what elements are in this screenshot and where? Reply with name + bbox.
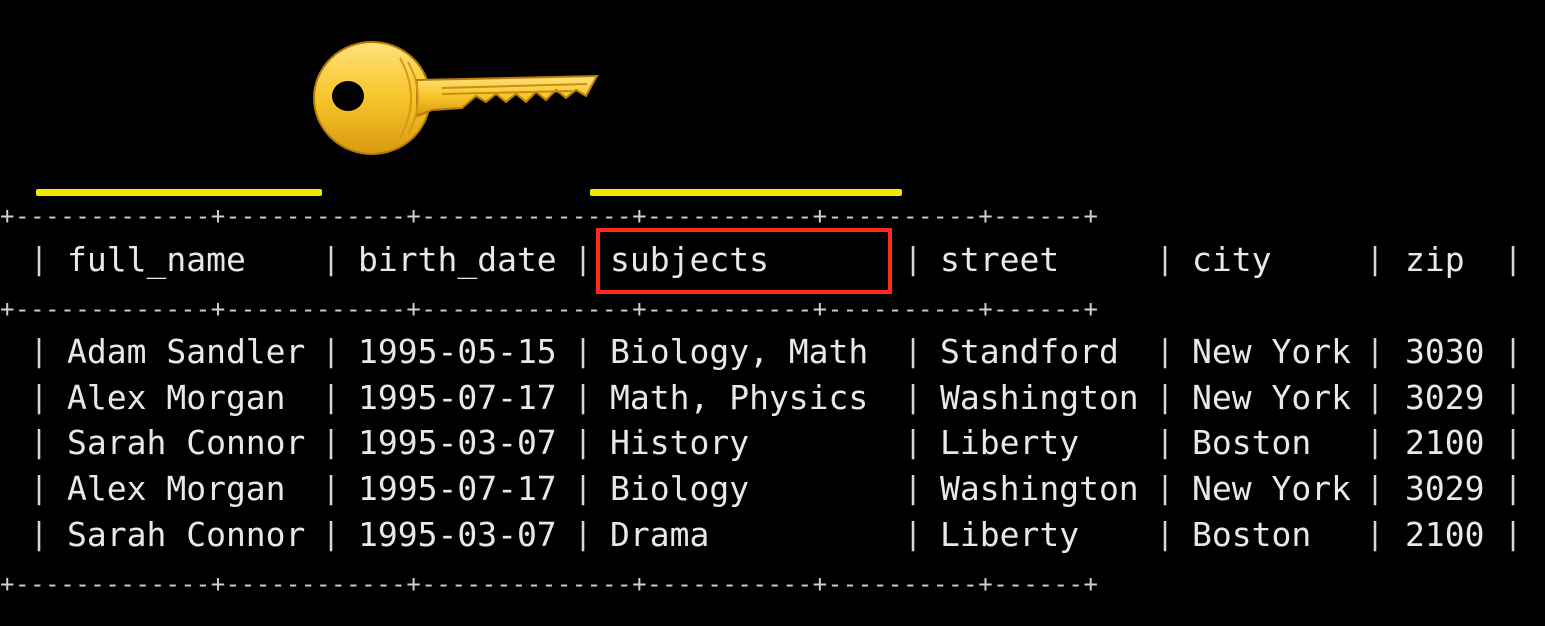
column-separator: | <box>1366 471 1385 507</box>
column-separator: | <box>322 379 341 415</box>
column-separator: | <box>1366 425 1385 461</box>
column-separator: | <box>904 242 923 277</box>
table-cell-city: New York <box>1192 469 1351 509</box>
column-separator: | <box>322 242 341 277</box>
column-separator: | <box>904 425 923 461</box>
column-separator: | <box>1156 379 1175 415</box>
column-separator: | <box>30 425 49 461</box>
table-cell-birth-date: 1995-07-17 <box>358 377 557 417</box>
table-cell-city: Boston <box>1192 423 1312 463</box>
table-cell-street: Liberty <box>940 514 1080 554</box>
column-header-zip: zip <box>1405 240 1465 279</box>
table-cell-birth-date: 1995-03-07 <box>358 514 557 554</box>
column-header-full-name: full_name <box>67 240 246 279</box>
column-separator: | <box>1504 471 1523 507</box>
column-separator: | <box>1504 425 1523 461</box>
table-cell-street: Standford <box>940 332 1119 371</box>
table-cell-zip: 2100 <box>1405 423 1485 463</box>
primary-key-underline-full-name <box>36 189 322 196</box>
table-cell-subjects: History <box>610 423 750 463</box>
primary-key-underline-subjects <box>590 189 902 196</box>
table-cell-city: New York <box>1192 377 1351 417</box>
column-separator: | <box>30 242 49 277</box>
table-cell-full-name: Sarah Connor <box>67 514 306 554</box>
column-separator: | <box>574 242 593 277</box>
column-separator: | <box>322 425 341 461</box>
table-cell-street: Washington <box>940 469 1139 509</box>
column-separator: | <box>1504 242 1523 277</box>
table-cell-birth-date: 1995-03-07 <box>358 423 557 463</box>
column-separator: | <box>30 471 49 507</box>
column-separator: | <box>1366 334 1385 369</box>
column-separator: | <box>904 334 923 369</box>
table-cell-zip: 2100 <box>1405 514 1485 554</box>
column-separator: | <box>574 471 593 507</box>
column-separator: | <box>1504 334 1523 369</box>
column-separator: | <box>30 516 49 552</box>
column-separator: | <box>1156 334 1175 369</box>
column-separator: | <box>904 379 923 415</box>
table-cell-zip: 3029 <box>1405 469 1485 509</box>
column-separator: | <box>322 334 341 369</box>
column-header-street: street <box>940 240 1060 279</box>
table-cell-zip: 3030 <box>1405 332 1485 371</box>
table-cell-zip: 3029 <box>1405 377 1485 417</box>
table-border-top: +-------------+------------+------------… <box>0 202 1099 230</box>
table-cell-full-name: Sarah Connor <box>67 423 306 463</box>
table-cell-city: New York <box>1192 332 1351 371</box>
table-cell-birth-date: 1995-05-15 <box>358 332 557 371</box>
table-cell-full-name: Alex Morgan <box>67 377 286 417</box>
table-cell-subjects: Biology <box>610 469 750 509</box>
table-border-header-bottom: +-------------+------------+------------… <box>0 295 1099 323</box>
column-separator: | <box>322 516 341 552</box>
column-separator: | <box>1156 425 1175 461</box>
column-separator: | <box>1156 516 1175 552</box>
table-cell-full-name: Alex Morgan <box>67 469 286 509</box>
column-separator: | <box>1366 242 1385 277</box>
column-separator: | <box>30 379 49 415</box>
column-separator: | <box>1504 379 1523 415</box>
table-cell-subjects: Math, Physics <box>610 377 869 417</box>
table-cell-birth-date: 1995-07-17 <box>358 469 557 509</box>
subjects-highlight-box <box>596 228 892 294</box>
table-cell-full-name: Adam Sandler <box>67 332 306 371</box>
column-separator: | <box>322 471 341 507</box>
column-separator: | <box>1504 516 1523 552</box>
table-cell-subjects: Biology, Math <box>610 332 869 371</box>
table-cell-subjects: Drama <box>610 514 710 554</box>
column-header-birth-date: birth_date <box>358 240 557 279</box>
column-separator: | <box>1366 379 1385 415</box>
table-cell-street: Washington <box>940 377 1139 417</box>
column-separator: | <box>904 471 923 507</box>
terminal-screen: +-------------+------------+------------… <box>0 0 1545 626</box>
column-separator: | <box>574 516 593 552</box>
table-cell-city: Boston <box>1192 514 1312 554</box>
column-separator: | <box>574 334 593 369</box>
column-separator: | <box>904 516 923 552</box>
column-separator: | <box>574 379 593 415</box>
table-border-bottom: +-------------+------------+------------… <box>0 570 1099 598</box>
column-separator: | <box>1156 242 1175 277</box>
table-cell-street: Liberty <box>940 423 1080 463</box>
key-icon <box>313 41 599 155</box>
column-separator: | <box>30 334 49 369</box>
column-separator: | <box>1156 471 1175 507</box>
column-separator: | <box>574 425 593 461</box>
column-header-city: city <box>1192 240 1272 279</box>
column-separator: | <box>1366 516 1385 552</box>
